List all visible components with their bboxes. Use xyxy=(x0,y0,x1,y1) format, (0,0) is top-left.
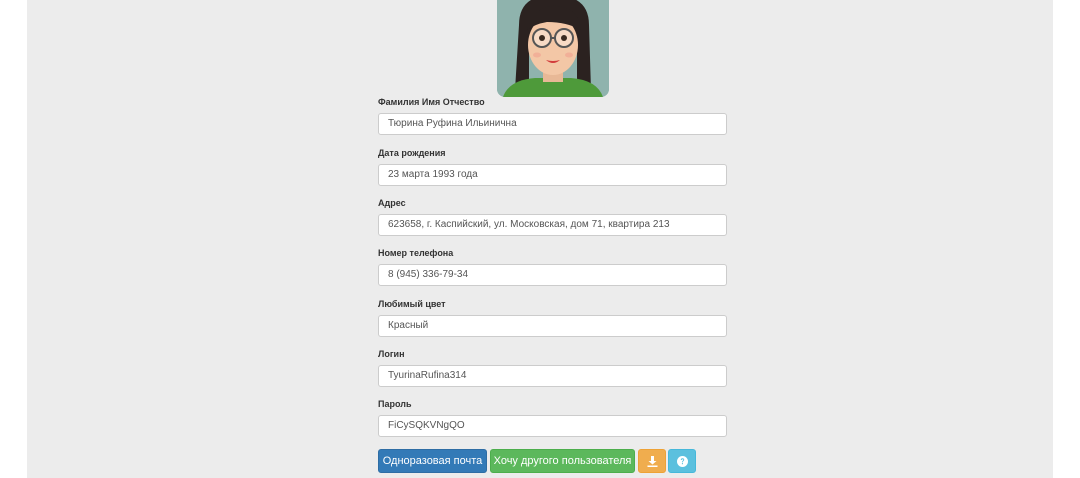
field-label: Адрес xyxy=(378,198,406,208)
download-icon xyxy=(647,456,658,467)
download-button[interactable] xyxy=(638,449,666,473)
login-input[interactable]: TyurinaRufina314 xyxy=(378,365,727,387)
field-birth-date: Дата рождения 23 марта 1993 года xyxy=(378,147,727,186)
full-name-input[interactable]: Тюрина Руфина Ильинична xyxy=(378,113,727,135)
field-password: Пароль FiCySQKVNgQO xyxy=(378,398,727,437)
temp-mail-button[interactable]: Одноразовая почта xyxy=(378,449,487,473)
field-label: Логин xyxy=(378,349,405,359)
birth-date-input[interactable]: 23 марта 1993 года xyxy=(378,164,727,186)
another-user-button[interactable]: Хочу другого пользователя xyxy=(490,449,635,473)
field-label: Пароль xyxy=(378,399,412,409)
field-favorite-color: Любимый цвет Красный xyxy=(378,298,727,337)
address-input[interactable]: 623658, г. Каспийский, ул. Московская, д… xyxy=(378,214,727,236)
phone-input[interactable]: 8 (945) 336-79-34 xyxy=(378,264,727,286)
field-address: Адрес 623658, г. Каспийский, ул. Московс… xyxy=(378,197,727,236)
field-label: Номер телефона xyxy=(378,248,454,258)
field-login: Логин TyurinaRufina314 xyxy=(378,348,727,387)
field-label: Фамилия Имя Отчество xyxy=(378,97,485,107)
field-phone: Номер телефона 8 (945) 336-79-34 xyxy=(378,247,727,286)
field-full-name: Фамилия Имя Отчество Тюрина Руфина Ильин… xyxy=(378,96,727,135)
help-button[interactable] xyxy=(668,449,696,473)
avatar-illustration xyxy=(497,0,609,97)
password-input[interactable]: FiCySQKVNgQO xyxy=(378,415,727,437)
field-label: Любимый цвет xyxy=(378,299,446,309)
field-label: Дата рождения xyxy=(378,148,446,158)
avatar xyxy=(497,0,609,97)
right-frame xyxy=(1053,0,1080,478)
question-circle-icon xyxy=(677,456,688,467)
main-content: Фамилия Имя Отчество Тюрина Руфина Ильин… xyxy=(27,0,1053,478)
favorite-color-input[interactable]: Красный xyxy=(378,315,727,337)
left-frame xyxy=(0,0,27,478)
